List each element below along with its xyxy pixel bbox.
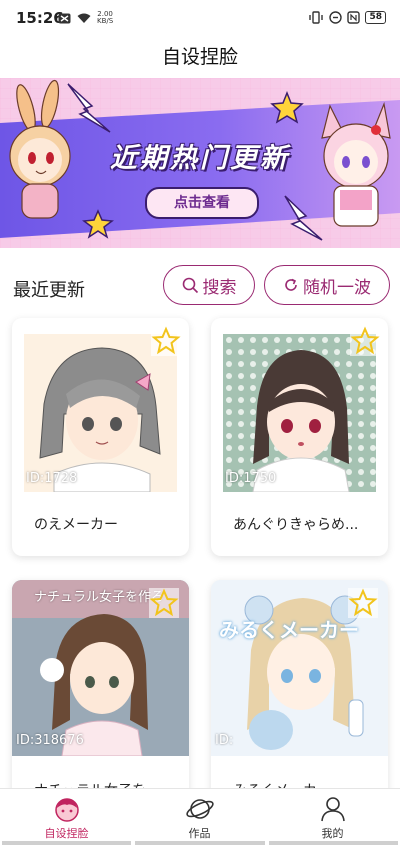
tab-label: 自设捏脸 <box>44 827 89 840</box>
character-portrait <box>223 334 376 492</box>
card-name: あんぐりきゃらめ... <box>233 517 359 533</box>
tab-label: 我的 <box>321 827 344 840</box>
search-button[interactable]: 搜索 <box>163 265 255 305</box>
search-icon <box>182 277 198 293</box>
maker-card[interactable]: ID:1728 のえメーカー <box>12 318 189 556</box>
home-indicator <box>0 841 400 845</box>
maker-card[interactable]: みるくメーカー ID: みるくメーカー <box>211 580 388 810</box>
maker-card[interactable]: ナチュラル女子を作る ID:318676 ナチュラル女子を... <box>12 580 189 810</box>
network-speed-unit: KB/S <box>97 17 114 25</box>
card-id: ID:1728 <box>26 471 78 486</box>
section-header: 最近更新 搜索 随机一波 <box>0 262 400 310</box>
section-title: 最近更新 <box>13 280 85 301</box>
favorite-star-icon[interactable] <box>348 588 378 618</box>
card-id: ID:1750 <box>225 471 277 486</box>
character-portrait <box>24 334 177 492</box>
dnd-icon <box>329 11 343 24</box>
maker-card[interactable]: ID:1750 あんぐりきゃらめ... <box>211 318 388 556</box>
card-name: のえメーカー <box>34 517 118 533</box>
bottom-tab-bar: 自设捏脸 作品 我的 <box>0 788 400 845</box>
tab-label: 作品 <box>188 827 211 840</box>
status-time: 15:26 <box>16 9 64 27</box>
refresh-icon <box>285 278 297 291</box>
card-thumbnail: ID:1750 <box>223 334 376 492</box>
favorite-star-icon[interactable] <box>151 326 181 356</box>
search-button-label: 搜索 <box>202 277 237 298</box>
nfc-icon <box>347 11 361 24</box>
card-overlay-text: ナチュラル女子を作る <box>34 590 165 605</box>
planet-icon <box>186 799 214 819</box>
tab-face-maker[interactable]: 自设捏脸 <box>0 789 133 845</box>
card-id: ID:318676 <box>16 733 84 748</box>
battery-indicator: 58 <box>365 11 386 24</box>
card-id: ID: <box>215 733 234 748</box>
favorite-star-icon[interactable] <box>149 588 179 618</box>
random-button-label: 随机一波 <box>303 277 371 298</box>
card-thumbnail: ID:1728 <box>24 334 177 492</box>
banner-title: 近期热门更新 <box>110 143 290 174</box>
status-right-icons: 58 <box>308 11 386 24</box>
status-left-icons: 2.00 KB/S <box>58 11 113 25</box>
wifi-icon <box>77 13 91 23</box>
user-icon <box>321 797 345 822</box>
random-button[interactable]: 随机一波 <box>264 265 390 305</box>
favorite-star-icon[interactable] <box>350 326 380 356</box>
card-overlay-text: みるくメーカー <box>219 618 359 642</box>
page-title: 自设捏脸 <box>161 46 238 68</box>
tab-profile[interactable]: 我的 <box>266 789 399 845</box>
status-bar: 15:26 2.00 KB/S 58 <box>0 0 400 36</box>
hero-banner[interactable]: 近期热门更新 点击查看 <box>0 78 400 248</box>
tab-works[interactable]: 作品 <box>133 789 266 845</box>
message-icon <box>58 13 71 23</box>
network-speed: 2.00 KB/S <box>97 11 113 25</box>
vibrate-icon <box>309 11 324 24</box>
face-icon <box>55 798 79 822</box>
banner-view-button[interactable]: 点击查看 <box>145 187 259 219</box>
